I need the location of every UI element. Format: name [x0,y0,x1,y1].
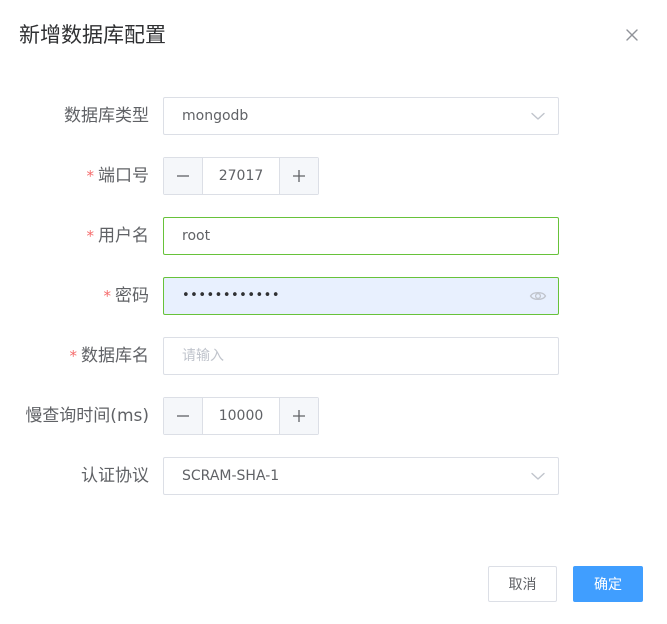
db-name-input[interactable]: 请输入 [163,337,559,375]
add-database-config-dialog: 新增数据库配置 数据库类型 mongodb * 端口号 27017 * 用户名 … [0,0,667,624]
password-value: •••••••••••• [182,288,281,303]
dialog-title: 新增数据库配置 [19,23,166,47]
port-label: * 端口号 [86,166,150,186]
password-input[interactable]: •••••••••••• [163,277,559,315]
port-decrement-button[interactable] [164,158,203,194]
eye-icon[interactable] [529,287,547,305]
db-name-label: * 数据库名 [69,346,150,366]
slow-query-time-input[interactable]: 10000 [203,398,279,434]
username-label: * 用户名 [86,226,150,246]
required-mark: * [103,287,112,305]
required-mark: * [86,227,95,245]
username-input[interactable]: root [163,217,559,255]
form-row-port: * 端口号 27017 [0,157,667,195]
username-value: root [182,228,211,244]
chevron-down-icon [529,107,547,125]
port-increment-button[interactable] [279,158,318,194]
db-type-value: mongodb [182,108,249,124]
slow-query-time-stepper: 10000 [163,397,319,435]
required-mark: * [86,167,95,185]
slow-query-decrement-button[interactable] [164,398,203,434]
confirm-button[interactable]: 确定 [573,566,643,602]
port-input[interactable]: 27017 [203,158,279,194]
form-row-db-name: * 数据库名 请输入 [0,337,667,375]
db-type-select[interactable]: mongodb [163,97,559,135]
required-mark: * [69,347,78,365]
form-row-username: * 用户名 root [0,217,667,255]
db-type-label: 数据库类型 [64,106,149,126]
close-icon [621,29,643,50]
cancel-button[interactable]: 取消 [488,566,557,602]
auth-protocol-value: SCRAM-SHA-1 [182,468,280,484]
chevron-down-icon [529,467,547,485]
form-row-password: * 密码 •••••••••••• [0,277,667,315]
password-label: * 密码 [103,286,150,306]
slow-query-increment-button[interactable] [279,398,318,434]
slow-query-time-label: 慢查询时间(ms) [25,406,149,426]
form-row-slow-query-time: 慢查询时间(ms) 10000 [0,397,667,435]
auth-protocol-label: 认证协议 [81,466,149,486]
auth-protocol-select[interactable]: SCRAM-SHA-1 [163,457,559,495]
form-row-db-type: 数据库类型 mongodb [0,97,667,135]
close-button[interactable] [621,24,643,46]
port-stepper: 27017 [163,157,319,195]
db-name-placeholder: 请输入 [182,348,224,364]
form-row-auth-protocol: 认证协议 SCRAM-SHA-1 [0,457,667,495]
